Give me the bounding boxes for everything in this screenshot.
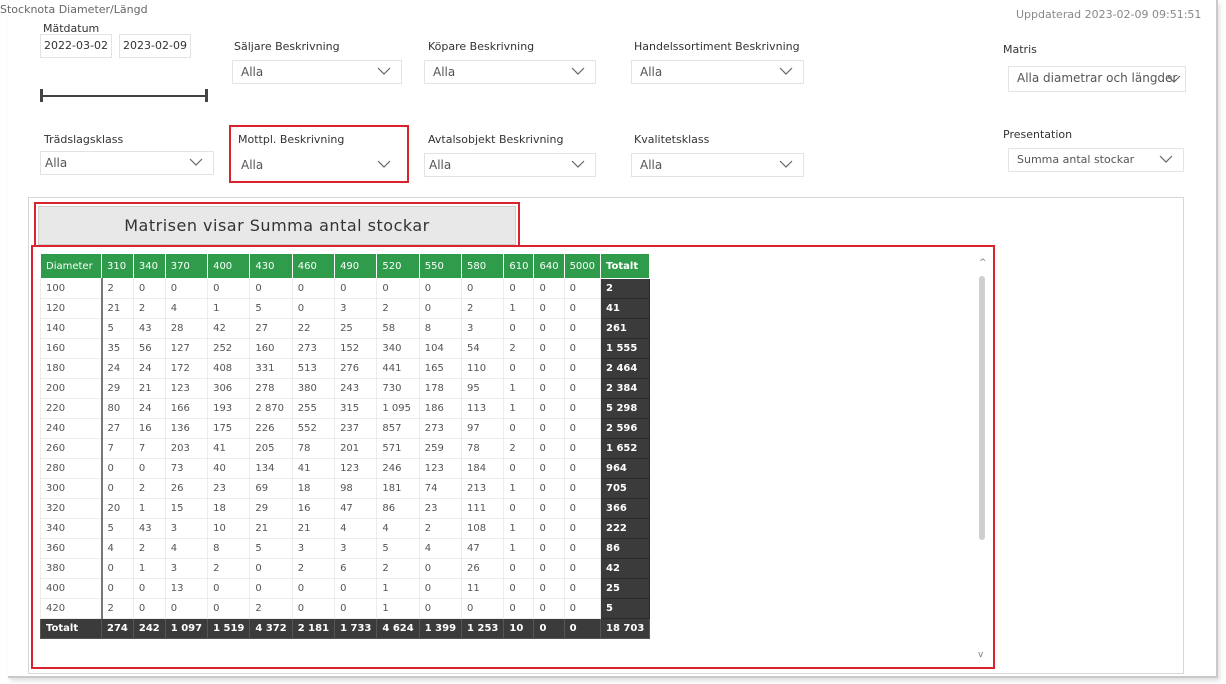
kopare-dropdown[interactable]: Alla [424,60,596,84]
chevron-down-icon [571,67,585,75]
saljare-label: Säljare Beskrivning [234,40,340,53]
chevron-down-icon [377,160,391,168]
chevron-down-icon [377,67,391,75]
updated-timestamp: Uppdaterad 2023-02-09 09:51:51 [1016,8,1201,21]
tradslagsklass-dropdown[interactable]: Alla [40,151,214,175]
updated-value: 2023-02-09 09:51:51 [1084,8,1202,21]
chevron-down-icon [571,160,585,168]
tradslagsklass-value: Alla [45,156,68,170]
tradslagsklass-label: Trädslagsklass [44,133,124,146]
saljare-dropdown[interactable]: Alla [232,60,402,84]
kvalitetsklass-label: Kvalitetsklass [634,133,710,146]
banner-highlight-box [34,202,520,247]
matris-label: Matris [1003,43,1037,56]
date-range-slider-end-handle[interactable] [205,89,208,102]
saljare-value: Alla [241,65,264,79]
avtalsobjekt-label: Avtalsobjekt Beskrivning [428,133,564,146]
report-title: Stocknota Diameter/Längd [0,3,148,16]
chevron-down-icon [779,160,793,168]
date-range-slider-start-handle[interactable] [40,89,43,102]
matris-value: Alla diametrar och längder [1017,71,1178,85]
kopare-label: Köpare Beskrivning [428,40,535,53]
mottpl-label: Mottpl. Beskrivning [238,133,345,146]
updated-label: Uppdaterad [1016,8,1082,21]
mottpl-value: Alla [241,158,264,172]
chevron-down-icon [189,158,203,166]
scroll-down-arrow-icon[interactable]: v [978,650,983,660]
date-to-input[interactable]: 2023-02-09 [119,34,191,58]
avtalsobjekt-dropdown[interactable]: Alla [424,153,596,177]
presentation-label: Presentation [1003,128,1073,141]
mottpl-dropdown[interactable]: Alla [236,153,402,177]
handelssortiment-value: Alla [640,65,663,79]
handelssortiment-label: Handelssortiment Beskrivning [634,40,800,53]
scroll-up-arrow-icon[interactable]: ^ [979,258,987,268]
presentation-dropdown[interactable]: Summa antal stockar [1008,148,1184,172]
chevron-down-icon [1167,75,1181,83]
matris-dropdown[interactable]: Alla diametrar och längder [1008,66,1186,92]
chevron-down-icon [779,67,793,75]
date-range-slider-track[interactable] [41,95,207,97]
matrix-highlight-box [31,245,995,669]
presentation-value: Summa antal stockar [1017,153,1135,166]
kvalitetsklass-dropdown[interactable]: Alla [631,153,804,177]
chevron-down-icon [1159,155,1173,163]
handelssortiment-dropdown[interactable]: Alla [631,60,804,84]
matrix-scrollbar-thumb[interactable] [979,276,985,540]
kvalitetsklass-value: Alla [640,158,663,172]
date-from-input[interactable]: 2022-03-02 [40,34,112,58]
kopare-value: Alla [433,65,456,79]
avtalsobjekt-value: Alla [429,158,452,172]
